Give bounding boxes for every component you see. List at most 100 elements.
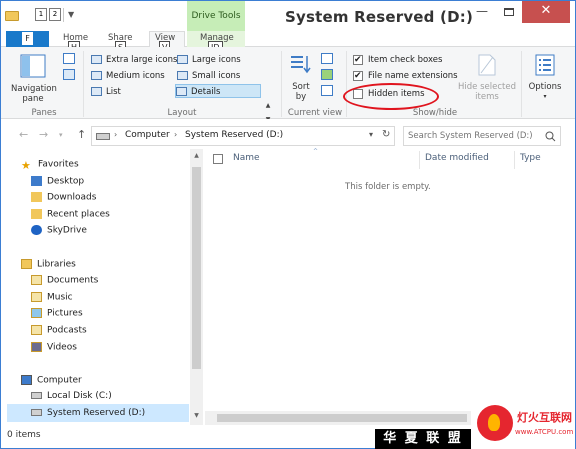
size-columns-icon[interactable]: [321, 85, 333, 96]
breadcrumb-computer[interactable]: Computer: [125, 130, 170, 140]
sort-icon: [291, 56, 311, 74]
chevron-right-icon[interactable]: ›: [174, 130, 177, 139]
properties-icon[interactable]: 1: [35, 8, 47, 21]
nav-recent-places[interactable]: Recent places: [31, 209, 110, 220]
file-name-extensions-checkbox[interactable]: [353, 69, 363, 83]
scroll-up-icon[interactable]: ▲: [190, 152, 203, 159]
sort-by-button[interactable]: Sort by: [287, 53, 315, 102]
select-all-checkbox[interactable]: [213, 154, 223, 164]
up-arrow-icon[interactable]: ↑: [77, 128, 86, 141]
nav-label: Recent places: [47, 209, 110, 220]
layout-large-icons[interactable]: Large icons: [177, 53, 241, 67]
drive-tools-label: Drive Tools: [187, 1, 245, 32]
downloads-icon: [31, 192, 42, 202]
layout-details[interactable]: Details: [175, 84, 262, 98]
minimize-button[interactable]: —: [468, 1, 496, 23]
options-button[interactable]: Options ▾: [525, 53, 565, 102]
nav-label: Local Disk (C:): [47, 391, 112, 401]
window-title: System Reserved (D:): [285, 8, 473, 26]
address-bar[interactable]: › Computer › System Reserved (D:) ▾ ↻: [91, 126, 395, 146]
search-input[interactable]: [408, 129, 538, 143]
nav-label: SkyDrive: [47, 225, 87, 236]
group-separator: [521, 51, 522, 117]
refresh-icon[interactable]: ↻: [382, 129, 390, 140]
recent-locations-icon[interactable]: ▾: [59, 131, 63, 139]
nav-music[interactable]: Music: [31, 292, 73, 303]
chevron-down-icon[interactable]: ▼: [68, 10, 74, 19]
layout-medium-icons[interactable]: Medium icons: [91, 69, 165, 83]
nav-label: Downloads: [47, 192, 97, 203]
column-header-type[interactable]: Type: [520, 153, 541, 163]
scroll-down-icon[interactable]: ▼: [190, 412, 203, 419]
layout-list[interactable]: List: [91, 85, 121, 99]
item-check-boxes-toggle[interactable]: Item check boxes: [353, 53, 442, 67]
skydrive-icon: [31, 225, 42, 235]
desktop-icon: [31, 176, 42, 186]
nav-pictures[interactable]: Pictures: [31, 308, 83, 319]
nav-label: Computer: [37, 375, 82, 386]
column-separator[interactable]: [514, 151, 515, 169]
maximize-button[interactable]: [496, 1, 522, 23]
item-check-boxes-label: Item check boxes: [368, 55, 443, 65]
search-box[interactable]: [403, 126, 561, 146]
chevron-down-icon[interactable]: ▾: [369, 130, 373, 139]
scrollbar-thumb[interactable]: [192, 167, 201, 369]
back-arrow-icon[interactable]: ←: [19, 128, 28, 141]
list-icon: [91, 87, 102, 96]
large-icons-icon: [177, 55, 188, 64]
nav-system-reserved-d[interactable]: System Reserved (D:): [31, 408, 145, 418]
close-button[interactable]: ✕: [522, 1, 570, 23]
layout-item-label: Medium icons: [106, 71, 165, 81]
keytip-file: F: [22, 32, 33, 45]
navigation-pane-button[interactable]: Navigation pane: [11, 53, 57, 104]
nav-skydrive[interactable]: SkyDrive: [31, 225, 87, 236]
nav-desktop[interactable]: Desktop: [31, 176, 84, 187]
details-pane-icon[interactable]: [63, 69, 75, 80]
annotation-circle: [343, 83, 439, 110]
layout-small-icons[interactable]: Small icons: [177, 69, 240, 83]
file-name-extensions-toggle[interactable]: File name extensions: [353, 69, 458, 83]
small-icons-icon: [177, 71, 188, 80]
nav-podcasts[interactable]: Podcasts: [31, 325, 87, 336]
breadcrumb-current-drive[interactable]: System Reserved (D:): [185, 130, 283, 140]
hide-selected-label-2: items: [475, 92, 499, 102]
layout-item-label: Details: [191, 87, 221, 97]
drive-icon: [96, 133, 110, 140]
preview-pane-icon[interactable]: [63, 53, 75, 64]
scrollbar-thumb[interactable]: [217, 414, 467, 422]
new-folder-icon[interactable]: 2: [49, 8, 61, 21]
nav-favorites[interactable]: ★ Favorites: [21, 159, 79, 172]
add-columns-icon[interactable]: [321, 69, 333, 80]
nav-label: Favorites: [38, 159, 79, 170]
nav-downloads[interactable]: Downloads: [31, 192, 96, 203]
nav-computer[interactable]: Computer: [21, 375, 82, 386]
nav-videos[interactable]: Videos: [31, 342, 77, 353]
layout-extra-large-icons[interactable]: Extra large icons: [91, 53, 177, 67]
group-by-icon[interactable]: [321, 53, 333, 64]
forward-arrow-icon[interactable]: →: [39, 128, 48, 141]
tab-file[interactable]: F: [6, 31, 49, 47]
nav-label: Podcasts: [47, 325, 87, 336]
nav-scrollbar[interactable]: ▲ ▼: [190, 149, 203, 425]
nav-label: System Reserved (D:): [47, 408, 146, 418]
nav-label: Videos: [47, 342, 77, 353]
nav-local-disk-c[interactable]: Local Disk (C:): [31, 391, 112, 401]
chevron-right-icon[interactable]: ›: [114, 130, 117, 139]
item-check-boxes-checkbox[interactable]: [353, 53, 363, 67]
hide-selected-items-button[interactable]: Hide selected items: [457, 53, 517, 102]
maximize-icon: [504, 7, 514, 16]
drive-icon: [31, 409, 42, 416]
folder-icon: [5, 11, 19, 21]
group-separator: [281, 51, 282, 117]
watermark-text: 华 夏 联 盟: [375, 429, 471, 449]
search-icon[interactable]: [545, 131, 556, 142]
sort-by-label-2: by: [295, 92, 307, 102]
navigation-pane: ★ Favorites Desktop Downloads Recent plac…: [1, 149, 204, 425]
nav-documents[interactable]: Documents: [31, 275, 98, 286]
column-separator[interactable]: [419, 151, 420, 169]
column-header-name[interactable]: Name: [233, 153, 260, 163]
address-bar-row: ← → ▾ ↑ › Computer › System Reserved (D:…: [1, 119, 575, 149]
group-separator: [346, 51, 347, 117]
column-header-date-modified[interactable]: Date modified: [425, 153, 489, 163]
nav-libraries[interactable]: Libraries: [21, 259, 76, 270]
